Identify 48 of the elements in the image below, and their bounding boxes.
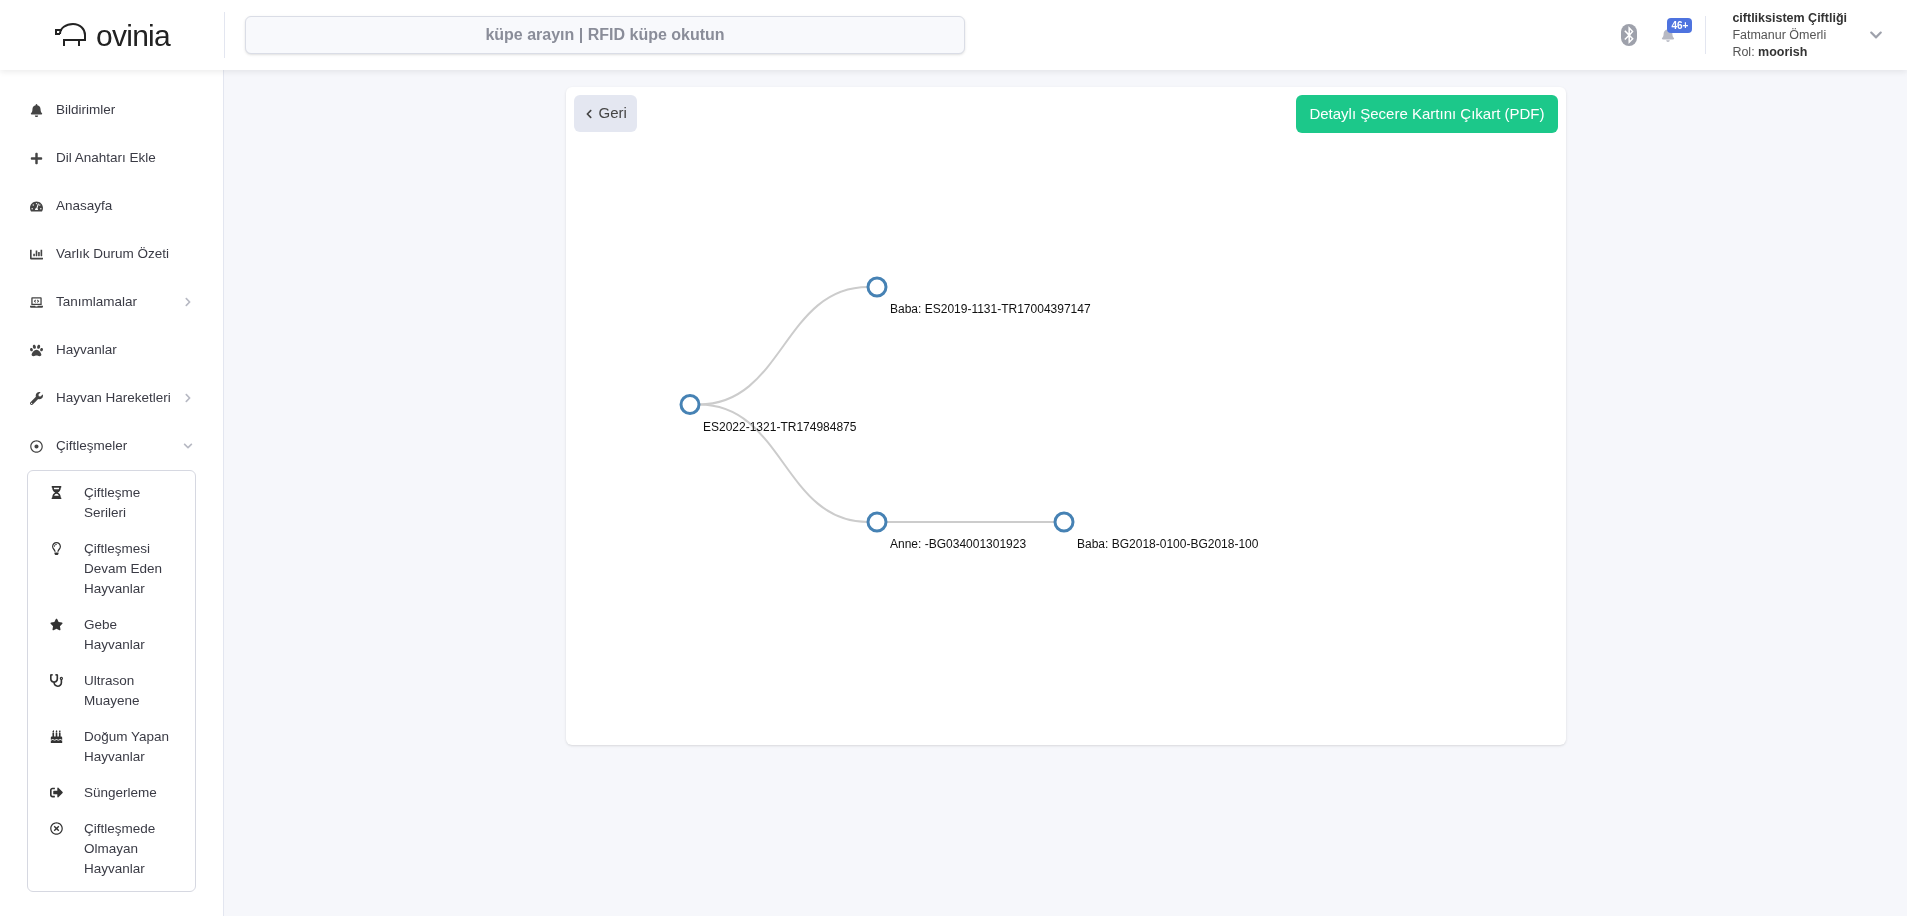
- user-role: Rol: moorish: [1732, 43, 1809, 61]
- bar-chart-icon: [30, 247, 43, 261]
- sidebar-item[interactable]: Dil Anahtarı Ekle: [0, 134, 223, 182]
- user-name: Fatmanur Ömerli: [1732, 26, 1828, 44]
- hourglass-icon: [50, 486, 63, 499]
- sidebar-item[interactable]: Varlık Durum Özeti: [0, 230, 223, 278]
- sidebar-item[interactable]: Anasayfa: [0, 182, 223, 230]
- wrench-icon: [30, 391, 43, 405]
- bell-icon: [30, 103, 43, 117]
- sidebar-item[interactable]: Çiftleşmeler: [0, 422, 223, 470]
- submenu-item[interactable]: Çiftleşmede Olmayan Hayvanlar: [28, 811, 195, 887]
- plus-icon: [30, 151, 43, 165]
- submenu-item[interactable]: Çiftleşmesi Devam Eden Hayvanlar: [28, 531, 195, 607]
- notification-badge: 46+: [1667, 18, 1693, 33]
- sidebar-item[interactable]: Hayvanlar: [0, 326, 223, 374]
- lightbulb-icon: [50, 542, 63, 555]
- stethoscope-icon: [50, 674, 63, 687]
- search-field[interactable]: küpe arayın | RFID küpe okutun: [245, 16, 965, 54]
- chevron-right-icon: [183, 297, 193, 307]
- node-label: ES2022-1321-TR174984875: [702, 419, 856, 434]
- sidebar-item[interactable]: Tanımlamalar: [0, 278, 223, 326]
- back-button[interactable]: Geri: [573, 95, 637, 132]
- sheep-logo-icon: [54, 22, 89, 48]
- star-icon: [50, 618, 63, 631]
- sign-out-icon: [50, 786, 63, 799]
- tree-node[interactable]: [679, 394, 700, 415]
- farm-name: ciftliksistem Çiftliği: [1732, 9, 1847, 27]
- submenu-item[interactable]: Süngerleme: [28, 775, 195, 811]
- tree-node[interactable]: [1053, 511, 1074, 533]
- chevron-down-icon: [183, 441, 193, 451]
- submenu-item[interactable]: Çiftleşme Serileri: [28, 475, 195, 531]
- logo-text: ovinia: [96, 17, 170, 54]
- bluetooth-icon[interactable]: [1621, 24, 1638, 46]
- submenu-item[interactable]: Doğum Yapan Hayvanlar: [28, 719, 195, 775]
- cake-icon: [50, 730, 63, 743]
- chevron-right-icon: [183, 393, 193, 403]
- sidebar-item[interactable]: Bildirimler: [0, 86, 223, 134]
- submenu-item[interactable]: Ultrason Muayene: [28, 663, 195, 719]
- paw-icon: [30, 343, 43, 357]
- node-label: Anne: -BG034001301923: [889, 537, 1026, 551]
- tree-node[interactable]: [866, 511, 887, 533]
- tree-node[interactable]: [866, 276, 887, 298]
- sidebar-item[interactable]: Hayvan Hareketleri: [0, 374, 223, 422]
- node-label: Baba: ES2019-1131-TR17004397147: [889, 302, 1091, 316]
- gauge-icon: [30, 199, 43, 213]
- laptop-icon: [30, 295, 43, 309]
- submenu-item[interactable]: Gebe Hayvanlar: [28, 607, 195, 663]
- node-label: Baba: BG2018-0100-BG2018-100: [1076, 537, 1258, 551]
